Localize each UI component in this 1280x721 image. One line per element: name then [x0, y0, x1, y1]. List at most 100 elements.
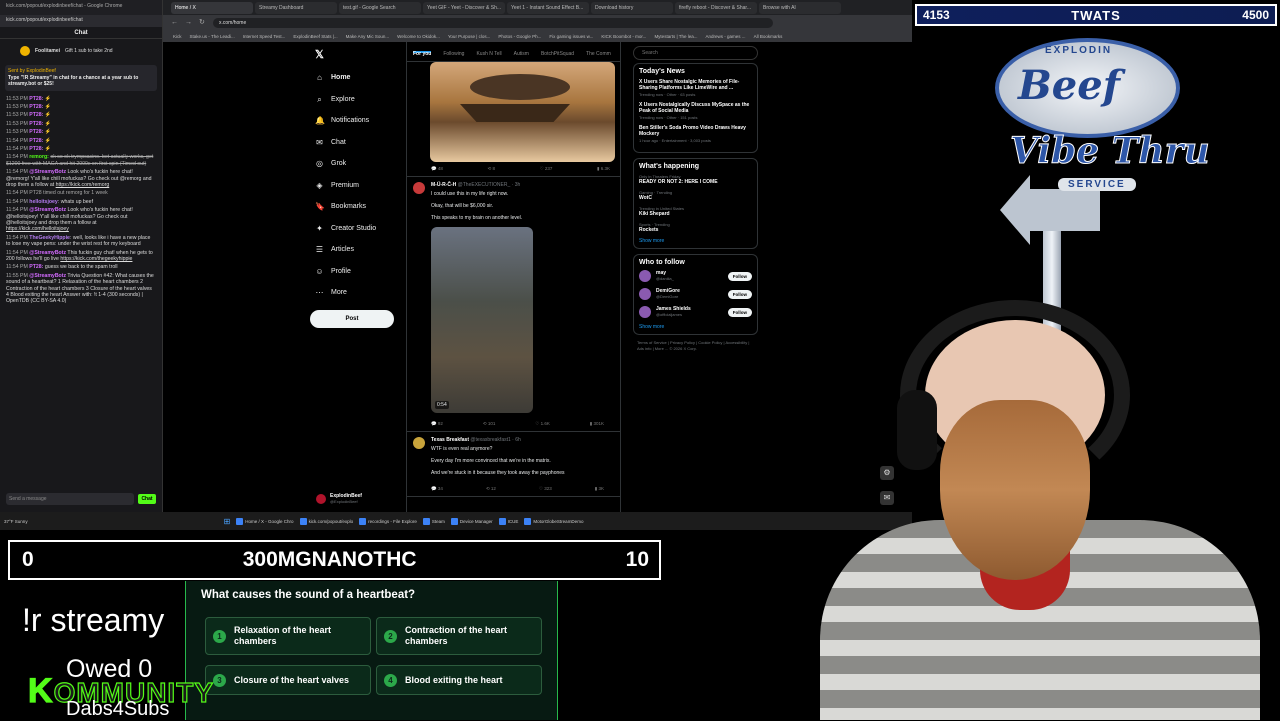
follow-button[interactable]: Follow — [727, 307, 752, 317]
feed-tab[interactable]: Following — [443, 51, 464, 57]
bookmark-item[interactable]: Make Any Mic Soun... — [346, 34, 390, 39]
chat-url-bar[interactable]: kick.com/popout/explodinbeef/chat — [0, 15, 162, 27]
nav-item-explore[interactable]: ⌕ Explore — [308, 89, 408, 111]
follow-name[interactable]: DemiGore @DemiGore — [656, 288, 723, 300]
x-logo-icon[interactable]: 𝕏 — [308, 42, 408, 67]
trend-name[interactable]: Kiki Shepard — [639, 211, 752, 217]
bookmark-item[interactable]: Mytestarts | The lea... — [654, 34, 697, 39]
nav-item-profile[interactable]: ☺ Profile — [308, 261, 408, 283]
tweet-video[interactable]: 0:54 — [431, 227, 533, 413]
feed-tab[interactable]: For you — [413, 51, 432, 57]
trend-name[interactable]: Rockets — [639, 227, 752, 233]
browser-tab[interactable]: test.gif - Google Search — [339, 1, 421, 14]
chat-username[interactable]: PT28: — [29, 146, 43, 152]
reply-action[interactable]: 💬 92 — [431, 421, 443, 427]
tweet[interactable]: M-Ü-R-Ĉ-H @TheEXECUTIONER_ · 3h I could … — [407, 177, 620, 432]
views-action[interactable]: ▮ 3K — [595, 486, 604, 492]
post-button[interactable]: Post — [310, 309, 394, 328]
follow-button[interactable]: Follow — [727, 271, 752, 281]
show-more-link[interactable]: Show more — [639, 238, 752, 244]
nav-item-articles[interactable]: ☰ Articles — [308, 239, 408, 261]
show-more-link[interactable]: Show more — [639, 324, 752, 330]
bookmark-item[interactable]: Internet Speed Test... — [243, 34, 286, 39]
search-input[interactable]: Search — [633, 46, 758, 60]
follow-button[interactable]: Follow — [727, 289, 752, 299]
browser-tab[interactable]: Browse with AI — [759, 1, 841, 14]
tweet[interactable]: Texas Breakfast @texasbreakfast1 · 6h WT… — [407, 432, 620, 497]
windows-start-icon[interactable]: ⊞ — [224, 517, 231, 526]
bookmark-item[interactable]: Stake.us - The Leadi... — [190, 34, 235, 39]
like-action[interactable]: ♡ 323 — [539, 486, 552, 492]
nav-item-home[interactable]: ⌂ Home — [308, 67, 408, 89]
chat-username[interactable]: PT28: — [29, 129, 43, 135]
taskbar-app[interactable]: MotorGlobeStreamDemo — [524, 517, 583, 525]
chat-link[interactable]: https://kick.com/thegeekyhippie — [60, 256, 132, 262]
feed-tab[interactable]: BotchPitSquad — [541, 51, 574, 57]
like-action[interactable]: ♡ 237 — [540, 166, 553, 172]
chat-username[interactable]: PT28: — [29, 121, 43, 127]
nav-item-creator-studio[interactable]: ✦ Creator Studio — [308, 218, 408, 240]
browser-tab[interactable]: Download history — [591, 1, 673, 14]
address-bar[interactable]: x.com/home — [213, 17, 773, 28]
browser-tab[interactable]: firefly reboot - Discover & Shar... — [675, 1, 757, 14]
nav-item-grok[interactable]: ◎ Grok — [308, 153, 408, 175]
reply-action[interactable]: 💬 48 — [431, 166, 443, 172]
like-action[interactable]: ♡ 1.6K — [535, 421, 550, 427]
feed-tab[interactable]: Kush N Tell — [476, 51, 501, 57]
views-action[interactable]: ▮ 6.3K — [597, 166, 610, 172]
nav-item-chat[interactable]: ✉ Chat — [308, 132, 408, 154]
gift-banner[interactable]: Foolitamei Gift 1 sub to take 2nd — [0, 39, 162, 63]
bookmark-item[interactable]: Welcome to Okidok... — [397, 34, 440, 39]
chat-link[interactable]: https://kick.com/helloitsjoey — [6, 226, 69, 232]
reply-action[interactable]: 💬 34 — [431, 486, 443, 492]
bookmark-item[interactable]: KICK Boombot - mor... — [601, 34, 646, 39]
taskbar-app[interactable]: kick.com/popout/explo — [299, 517, 353, 525]
taskbar-app[interactable]: Steam — [422, 517, 445, 525]
taskbar-app[interactable]: Home / X - Google Chro — [236, 517, 294, 525]
browser-tab[interactable]: Streamy Dashboard — [255, 1, 337, 14]
browser-tab[interactable]: Yeet GIF - Yeet - Discover & Sh... — [423, 1, 505, 14]
taskbar-app[interactable]: recordings - File Explore — [359, 517, 417, 525]
forward-icon[interactable]: → — [185, 19, 193, 27]
bookmark-item[interactable]: Photos - Google Ph... — [498, 34, 541, 39]
bookmark-item[interactable]: ExplodinBeef Stats |... — [293, 34, 337, 39]
chat-username[interactable]: PT28: — [29, 96, 43, 102]
chat-link[interactable]: https://kick.com/remorg — [56, 182, 110, 188]
bookmark-item[interactable]: Kick — [173, 34, 182, 39]
views-action[interactable]: ▮ 301K — [590, 421, 604, 427]
nav-item-more[interactable]: ⋯ More — [308, 282, 408, 304]
taskbar-app[interactable]: ICUE — [498, 517, 518, 525]
nav-item-notifications[interactable]: 🔔 Notifications — [308, 110, 408, 132]
trend-name[interactable]: READY OR NOT 2: HERE I COME — [639, 179, 752, 185]
retweet-action[interactable]: ⟲ 101 — [483, 421, 496, 427]
weather-widget[interactable]: 37°F Sunny — [4, 519, 28, 524]
chat-username[interactable]: PT28: — [29, 138, 43, 144]
nav-item-bookmarks[interactable]: 🔖 Bookmarks — [308, 196, 408, 218]
back-icon[interactable]: ← — [171, 19, 179, 27]
reload-icon[interactable]: ↻ — [199, 19, 207, 27]
trend-name[interactable]: WotC — [639, 195, 752, 201]
airship-image[interactable] — [430, 62, 615, 162]
follow-name[interactable]: may @daniiia_ — [656, 270, 723, 282]
chat-send-button[interactable]: Chat — [138, 494, 156, 504]
follow-name[interactable]: James Shields @officialjames — [656, 306, 723, 318]
feed-tab[interactable]: The Comm — [586, 51, 611, 57]
news-headline[interactable]: Ben Stiller's Soda Promo Video Draws Hea… — [639, 125, 752, 137]
browser-tab[interactable]: Yeet 1 - Instant Sound Effect B... — [507, 1, 589, 14]
chat-message-input[interactable]: Send a message — [6, 493, 134, 505]
news-headline[interactable]: X Users Share Nostalgic Memories of File… — [639, 79, 752, 91]
taskbar-app[interactable]: Device Manager — [450, 517, 493, 525]
news-headline[interactable]: X Users Nostalgically Discuss MySpace as… — [639, 102, 752, 114]
retweet-action[interactable]: ⟲ 8 — [487, 166, 495, 172]
feed-tab[interactable]: Autism — [514, 51, 529, 57]
bookmark-item[interactable]: Fix gaming issues w... — [549, 34, 593, 39]
bookmark-item[interactable]: Your Purpose | clos... — [448, 34, 491, 39]
chat-username[interactable]: PT28: — [29, 112, 43, 118]
nav-item-premium[interactable]: ◈ Premium — [308, 175, 408, 197]
chat-username[interactable]: PT28: — [29, 104, 43, 110]
bookmark-item[interactable]: All Bookmarks — [754, 34, 783, 39]
browser-tab[interactable]: Home / X — [171, 1, 253, 14]
account-switcher[interactable]: ExplodinBeef @ExplodinBeef — [316, 493, 362, 504]
bookmark-item[interactable]: Andrews - games ... — [706, 34, 746, 39]
retweet-action[interactable]: ⟲ 12 — [486, 486, 496, 492]
